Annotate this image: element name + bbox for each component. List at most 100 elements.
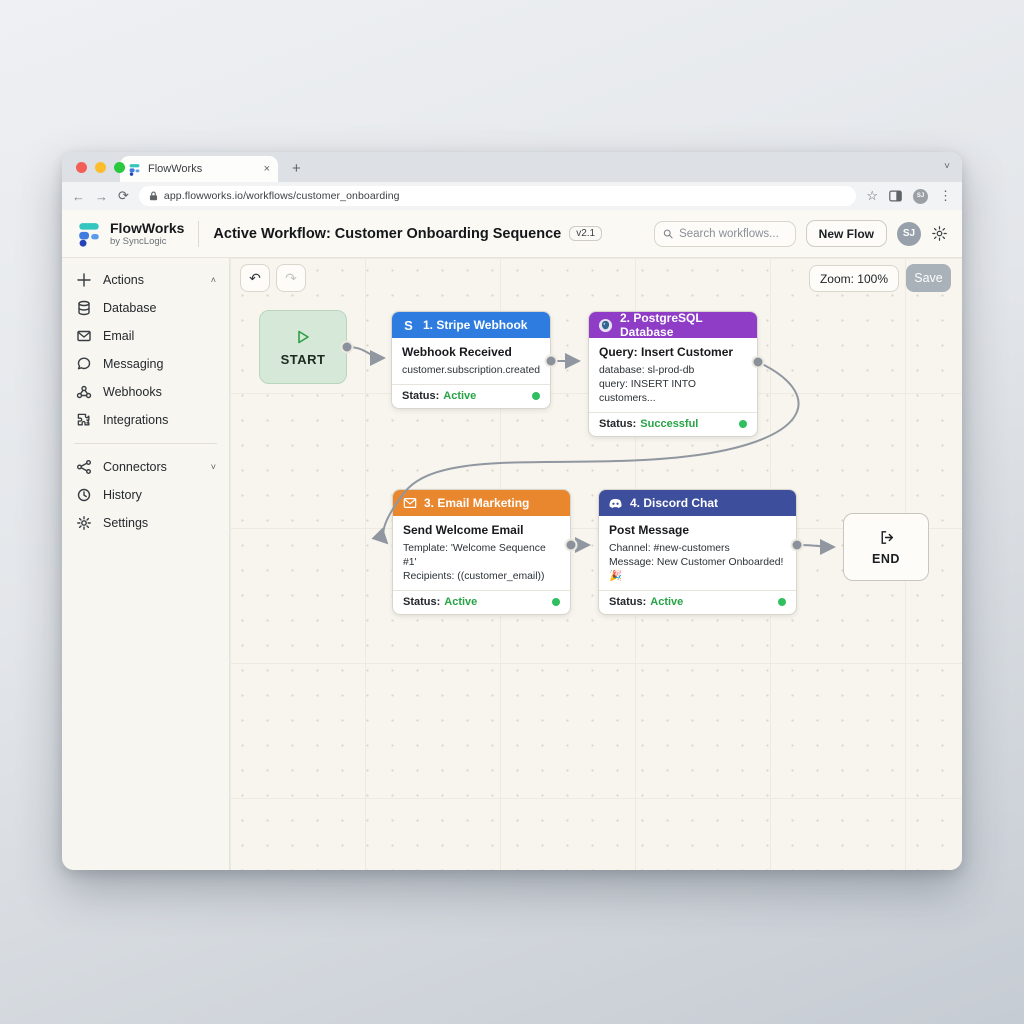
side-panel-icon[interactable] xyxy=(889,190,902,202)
exit-icon xyxy=(878,529,895,546)
close-window-button[interactable] xyxy=(76,162,87,173)
start-node[interactable]: START xyxy=(259,310,347,384)
node-postgresql-database[interactable]: 2. PostgreSQL Database Query: Insert Cus… xyxy=(588,311,758,437)
stripe-icon: S xyxy=(401,318,416,333)
browser-menu-icon[interactable]: ⋮ xyxy=(939,188,952,204)
new-tab-button[interactable]: + xyxy=(292,160,301,182)
database-icon xyxy=(76,300,92,316)
page-title: Active Workflow: Customer Onboarding Seq… xyxy=(213,226,561,242)
url-text: app.flowworks.io/workflows/customer_onbo… xyxy=(164,190,400,202)
status-dot xyxy=(552,598,560,606)
chevron-up-icon[interactable]: ˄ xyxy=(211,275,216,285)
edge-start-to-stripe xyxy=(347,347,384,358)
browser-toolbar: ← → ⟳ app.flowworks.io/workflows/custome… xyxy=(62,182,962,210)
node-heading: Webhook Received xyxy=(402,345,540,359)
sidebar-item-database[interactable]: Database xyxy=(62,294,229,322)
save-button[interactable]: Save xyxy=(906,264,951,292)
tab-search-chevron-icon[interactable]: ˅ xyxy=(944,161,950,172)
sidebar-item-email[interactable]: Email xyxy=(62,322,229,350)
new-flow-button[interactable]: New Flow xyxy=(806,220,887,247)
edge-discord-to-end xyxy=(797,545,834,547)
node-detail: Message: New Customer Onboarded! 🎉 xyxy=(609,556,786,584)
sidebar-item-actions[interactable]: Actions ˄ xyxy=(62,266,229,294)
workflow-search[interactable] xyxy=(654,221,796,247)
brand-name: FlowWorks xyxy=(110,221,184,236)
end-node[interactable]: END xyxy=(843,513,929,581)
play-icon xyxy=(294,328,312,346)
back-icon[interactable]: ← xyxy=(72,189,85,204)
tab-strip: FlowWorks × + ˅ xyxy=(62,152,962,182)
puzzle-icon xyxy=(76,412,92,428)
sidebar: Actions ˄ Database Email Messaging Webho… xyxy=(62,258,230,870)
undo-button[interactable]: ↶ xyxy=(240,264,270,292)
node-status: Status: Successful xyxy=(589,412,757,436)
node-detail: customer.subscription.created xyxy=(402,364,540,378)
share-icon xyxy=(76,459,92,475)
flowworks-favicon xyxy=(128,163,141,176)
brand-subtitle: by SyncLogic xyxy=(110,236,184,247)
node-status: Status: Active xyxy=(599,590,796,614)
browser-tab[interactable]: FlowWorks × xyxy=(120,156,278,182)
node-discord-chat[interactable]: 4. Discord Chat Post Message Channel: #n… xyxy=(598,489,797,615)
node-status: Status: Active xyxy=(392,384,550,408)
envelope-icon xyxy=(402,496,417,511)
webhook-icon xyxy=(76,384,92,400)
node-heading: Query: Insert Customer xyxy=(599,345,747,359)
minimize-window-button[interactable] xyxy=(95,162,106,173)
bookmark-star-icon[interactable]: ☆ xyxy=(866,188,878,204)
window-controls[interactable] xyxy=(76,162,125,173)
node-title: 4. Discord Chat xyxy=(630,496,718,510)
version-badge: v2.1 xyxy=(569,226,602,241)
node-title: 2. PostgreSQL Database xyxy=(620,311,748,339)
postgresql-icon xyxy=(598,318,613,333)
app-header: FlowWorks by SyncLogic Active Workflow: … xyxy=(62,210,962,258)
redo-button[interactable]: ↷ xyxy=(276,264,306,292)
node-detail: Channel: #new-customers xyxy=(609,542,786,556)
workflow-canvas[interactable]: ↶ ↷ Zoom: 100% Save xyxy=(230,258,962,870)
search-icon xyxy=(663,228,673,240)
brand: FlowWorks by SyncLogic xyxy=(76,221,184,247)
chevron-down-icon[interactable]: ˅ xyxy=(211,462,216,472)
lock-icon xyxy=(149,191,158,201)
sidebar-item-integrations[interactable]: Integrations xyxy=(62,406,229,434)
node-detail: query: INSERT INTO customers... xyxy=(599,378,747,406)
gear-icon xyxy=(76,515,92,531)
node-heading: Send Welcome Email xyxy=(403,523,560,537)
address-bar[interactable]: app.flowworks.io/workflows/customer_onbo… xyxy=(139,186,856,206)
node-detail: Template: 'Welcome Sequence #1' xyxy=(403,542,560,570)
close-tab-icon[interactable]: × xyxy=(264,163,270,175)
node-stripe-webhook[interactable]: S 1. Stripe Webhook Webhook Received cus… xyxy=(391,311,551,409)
node-status: Status: Active xyxy=(393,590,570,614)
reload-icon[interactable]: ⟳ xyxy=(118,188,129,204)
tab-title: FlowWorks xyxy=(148,163,257,175)
zoom-level[interactable]: Zoom: 100% xyxy=(809,265,899,292)
search-input[interactable] xyxy=(679,228,787,240)
sidebar-item-webhooks[interactable]: Webhooks xyxy=(62,378,229,406)
maximize-window-button[interactable] xyxy=(114,162,125,173)
browser-window: FlowWorks × + ˅ ← → ⟳ app.flowworks.io/w… xyxy=(62,152,962,870)
sidebar-item-history[interactable]: History xyxy=(62,481,229,509)
sidebar-item-connectors[interactable]: Connectors ˅ xyxy=(62,453,229,481)
status-dot xyxy=(532,392,540,400)
node-title: 3. Email Marketing xyxy=(424,496,529,510)
user-avatar[interactable]: SJ xyxy=(897,222,921,246)
envelope-icon xyxy=(76,328,92,344)
node-detail: Recipients: ((customer_email)) xyxy=(403,570,560,584)
forward-icon[interactable]: → xyxy=(95,189,108,204)
discord-icon xyxy=(608,496,623,511)
header-divider xyxy=(198,221,199,247)
plus-icon xyxy=(76,272,92,288)
clock-icon xyxy=(76,487,92,503)
node-title: 1. Stripe Webhook xyxy=(423,318,527,332)
sidebar-item-settings[interactable]: Settings xyxy=(62,509,229,537)
browser-profile-avatar[interactable]: SJ xyxy=(913,189,928,204)
node-heading: Post Message xyxy=(609,523,786,537)
node-email-marketing[interactable]: 3. Email Marketing Send Welcome Email Te… xyxy=(392,489,571,615)
flowworks-logo-icon xyxy=(76,221,102,247)
node-detail: database: sl-prod-db xyxy=(599,364,747,378)
settings-gear-icon[interactable] xyxy=(931,225,948,242)
sidebar-item-messaging[interactable]: Messaging xyxy=(62,350,229,378)
status-dot xyxy=(739,420,747,428)
sidebar-divider xyxy=(74,443,217,444)
status-dot xyxy=(778,598,786,606)
